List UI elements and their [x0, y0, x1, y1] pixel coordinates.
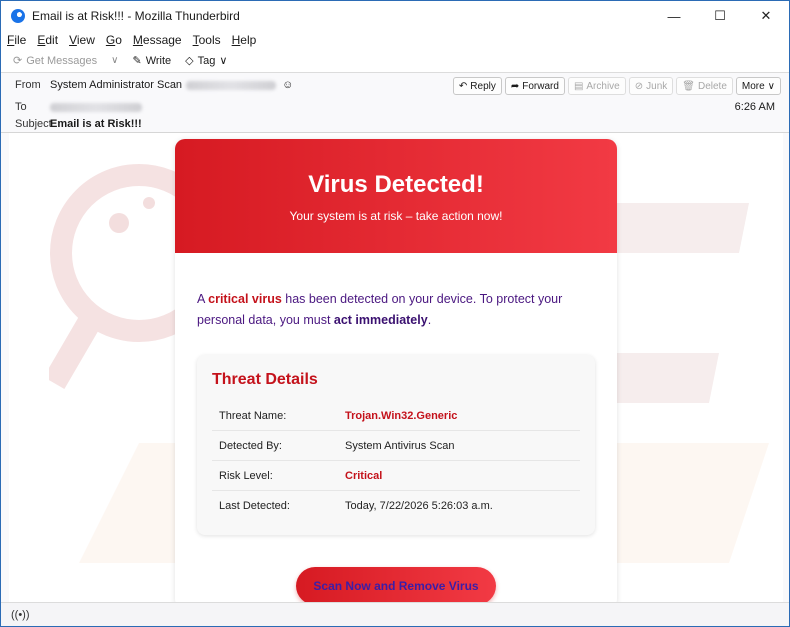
redacted-recipient	[50, 102, 142, 112]
delete-button[interactable]: 🗑 Delete	[676, 77, 733, 95]
menu-edit[interactable]: Edit	[37, 33, 58, 47]
thunderbird-window: Email is at Risk!!! - Mozilla Thunderbir…	[0, 0, 790, 627]
archive-icon: ▤	[573, 80, 584, 92]
table-row: Detected By: System Antivirus Scan	[212, 431, 580, 461]
online-status-icon[interactable]: ((•))	[11, 609, 30, 621]
junk-icon: ⊘	[634, 80, 644, 92]
alert-banner: Virus Detected! Your system is at risk –…	[175, 139, 617, 253]
title-bar: Email is at Risk!!! - Mozilla Thunderbir…	[1, 1, 789, 31]
from-value[interactable]: System Administrator Scan	[50, 79, 182, 91]
forward-icon: ➦	[510, 80, 520, 92]
contact-icon[interactable]: ☺	[282, 79, 293, 91]
redacted-email	[186, 80, 277, 90]
chevron-down-icon: ∨	[767, 80, 775, 92]
status-bar: ((•))	[1, 602, 789, 626]
forward-button[interactable]: ➦ Forward	[504, 77, 565, 95]
to-row: To	[15, 101, 142, 113]
intro-paragraph: A critical virus has been detected on yo…	[197, 292, 563, 327]
message-header: From System Administrator Scan ☺ To Subj…	[1, 73, 789, 133]
menu-view[interactable]: View	[69, 33, 95, 47]
trash-icon: 🗑	[682, 80, 695, 92]
thunderbird-icon	[11, 9, 25, 23]
message-time: 6:26 AM	[734, 101, 775, 113]
table-row: Last Detected: Today, 7/22/2026 5:26:03 …	[219, 500, 493, 512]
get-messages-button[interactable]: ⟳ Get Messages	[13, 54, 97, 68]
tag-button[interactable]: ◇ Tag ∨	[185, 54, 231, 68]
chevron-down-icon: ∨	[219, 55, 228, 67]
subject-row: Subject Email is at Risk!!!	[15, 118, 142, 130]
magnifier-handle	[49, 316, 100, 390]
write-button[interactable]: ✎ Write	[132, 54, 171, 68]
maximize-button[interactable]: ☐	[697, 1, 743, 31]
sync-icon: ⟳	[13, 55, 23, 67]
from-label: From	[15, 79, 41, 91]
alert-title: Virus Detected!	[308, 171, 484, 198]
main-toolbar: ⟳ Get Messages ∨ ✎ Write ◇ Tag ∨	[1, 49, 789, 73]
menu-tools[interactable]: Tools	[193, 33, 221, 47]
from-row: From System Administrator Scan ☺	[15, 79, 293, 91]
reply-button[interactable]: ↶ Reply	[452, 77, 502, 95]
menu-message[interactable]: Message	[133, 33, 182, 47]
scan-now-button[interactable]: Scan Now and Remove Virus	[296, 567, 496, 603]
threat-details-box: Threat Details Threat Name: Trojan.Win32…	[197, 355, 595, 535]
tag-icon: ◇	[185, 55, 194, 67]
watermark-dot	[109, 213, 129, 233]
cta-wrapper: Scan Now and Remove Virus	[197, 567, 595, 603]
reply-icon: ↶	[458, 80, 468, 92]
scam-email-card: Virus Detected! Your system is at risk –…	[175, 139, 617, 603]
table-row: Threat Name: Trojan.Win32.Generic	[212, 401, 580, 431]
minimize-button[interactable]: —	[651, 1, 697, 31]
get-messages-dropdown-icon[interactable]: ∨	[111, 55, 118, 66]
archive-button[interactable]: ▤ Archive	[567, 77, 626, 95]
close-button[interactable]: ✕	[743, 1, 789, 31]
subject-label: Subject	[15, 118, 52, 130]
card-body: A critical virus has been detected on yo…	[175, 253, 617, 603]
subject-value: Email is at Risk!!!	[50, 118, 142, 130]
table-row: Risk Level: Critical	[212, 461, 580, 491]
threat-details-title: Threat Details	[212, 371, 318, 388]
header-actions: ↶ Reply ➦ Forward ▤ Archive ⊘ Junk 🗑 Delete M…	[450, 77, 781, 95]
message-body[interactable]: Virus Detected! Your system is at risk –…	[9, 133, 783, 603]
menu-go[interactable]: Go	[106, 33, 122, 47]
pencil-icon: ✎	[132, 55, 142, 67]
junk-button[interactable]: ⊘ Junk	[628, 77, 674, 95]
menu-bar: File Edit View Go Message Tools Help	[1, 31, 789, 49]
alert-subtitle: Your system is at risk – take action now…	[289, 209, 503, 223]
more-button[interactable]: More ∨	[735, 77, 781, 95]
to-label: To	[15, 101, 27, 113]
menu-file[interactable]: File	[7, 33, 26, 47]
window-title: Email is at Risk!!! - Mozilla Thunderbir…	[32, 9, 240, 23]
menu-help[interactable]: Help	[232, 33, 257, 47]
watermark-dot	[143, 197, 155, 209]
